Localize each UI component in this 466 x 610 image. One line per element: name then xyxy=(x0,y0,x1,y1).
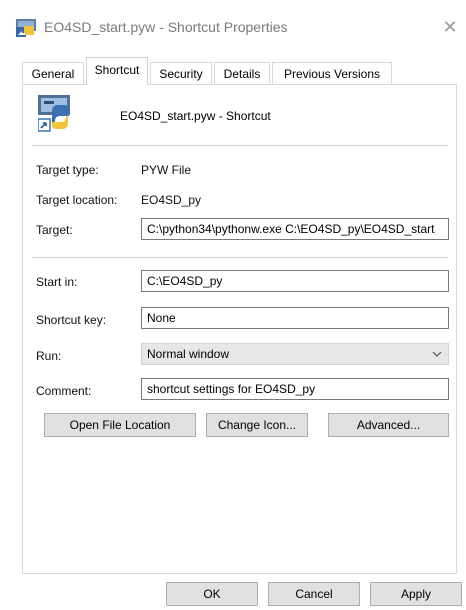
separator xyxy=(32,145,448,146)
shortcut-tab-panel xyxy=(22,84,457,574)
title-bar: EO4SD_start.pyw - Shortcut Properties ✕ xyxy=(0,0,466,56)
shortcut-key-field[interactable]: None xyxy=(141,307,449,329)
start-in-label: Start in: xyxy=(36,275,78,289)
target-location-label: Target location: xyxy=(36,193,118,207)
close-icon[interactable]: ✕ xyxy=(440,17,460,37)
run-select[interactable]: Normal window xyxy=(141,343,449,365)
python-file-icon xyxy=(38,95,70,132)
tab-previous-versions[interactable]: Previous Versions xyxy=(272,62,392,84)
separator xyxy=(32,257,448,258)
target-field[interactable]: C:\python34\pythonw.exe C:\EO4SD_py\EO4S… xyxy=(141,218,449,240)
tab-shortcut[interactable]: Shortcut xyxy=(86,57,148,85)
ok-button[interactable]: OK xyxy=(166,582,258,606)
start-in-field[interactable]: C:\EO4SD_py xyxy=(141,270,449,292)
comment-field[interactable]: shortcut settings for EO4SD_py xyxy=(141,378,449,400)
tab-general[interactable]: General xyxy=(22,62,84,84)
tab-details[interactable]: Details xyxy=(214,62,270,84)
chevron-down-icon xyxy=(432,344,442,370)
target-label: Target: xyxy=(36,223,73,237)
python-shortcut-icon xyxy=(16,19,36,37)
open-file-location-button[interactable]: Open File Location xyxy=(44,413,196,437)
target-location-value: EO4SD_py xyxy=(141,193,202,207)
cancel-button[interactable]: Cancel xyxy=(268,582,360,606)
shortcut-name: EO4SD_start.pyw - Shortcut xyxy=(120,109,271,123)
comment-label: Comment: xyxy=(36,384,92,398)
tab-security[interactable]: Security xyxy=(150,62,212,84)
target-type-label: Target type: xyxy=(36,163,99,177)
run-select-value: Normal window xyxy=(147,347,230,361)
shortcut-key-label: Shortcut key: xyxy=(36,313,107,327)
window-title: EO4SD_start.pyw - Shortcut Properties xyxy=(44,19,288,35)
advanced-button[interactable]: Advanced... xyxy=(328,413,449,437)
apply-button[interactable]: Apply xyxy=(370,582,462,606)
change-icon-button[interactable]: Change Icon... xyxy=(206,413,308,437)
target-type-value: PYW File xyxy=(141,163,192,177)
run-label: Run: xyxy=(36,349,62,363)
